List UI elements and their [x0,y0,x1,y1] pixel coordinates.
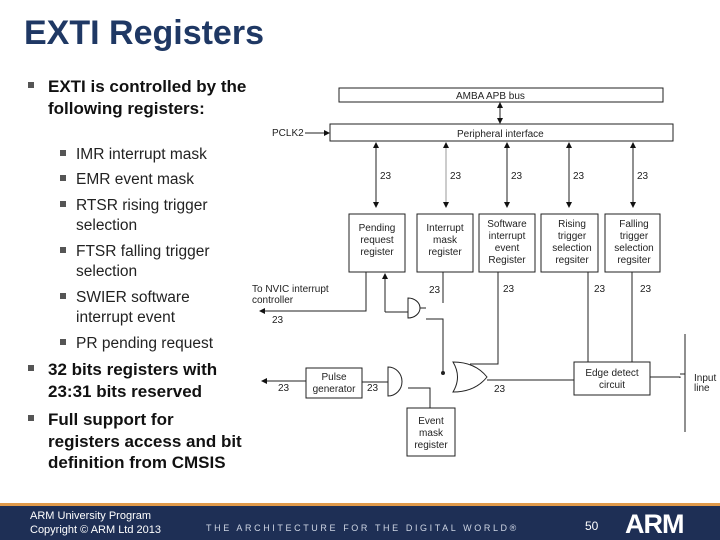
reg-label: Software [487,219,527,230]
bus-width-label: 23 [503,284,515,295]
pulse-label: Pulse [321,372,346,383]
event-mask-label: Event [418,416,444,427]
reg-label: Pending [359,223,396,234]
reg-label: event [495,243,520,254]
bus-width-label: 23 [494,384,506,395]
reg-label: mask [433,235,458,246]
bus-width-label: 23 [380,171,392,182]
and-gate-2 [387,366,403,397]
bus-width-label: 23 [640,284,652,295]
nvic-label: To NVIC interrupt [252,284,329,295]
reg-label: register [360,247,394,258]
reg-label: selection [614,243,653,254]
bus-width-label: 23 [511,171,523,182]
bus-width-label: 23 [450,171,462,182]
amba-bus-label: AMBA APB bus [456,91,525,102]
event-mask-label: register [414,440,448,451]
arm-logo: ARM [625,509,684,539]
pclk2-label: PCLK2 [272,128,304,139]
peripheral-interface-label: Peripheral interface [457,129,544,140]
reg-label: selection [552,243,591,254]
and-gate [407,297,421,319]
reg-label: regsiter [555,255,589,266]
edge-label: Edge detect [585,368,639,379]
reg-label: register [428,247,462,258]
reg-label: Rising [558,219,586,230]
footer-tagline: THE ARCHITECTURE FOR THE DIGITAL WORLD® [206,523,519,533]
input-line-label: line [694,383,710,394]
or-gate [452,361,488,393]
nvic-label: controller [252,295,294,306]
footer-program: ARM University Program [30,510,152,522]
exti-block-diagram: AMBA APB bus PCLK2 Peripheral interface … [252,87,716,457]
bus-width-label: 23 [367,383,379,394]
reg-label: regsiter [617,255,651,266]
reg-label: request [360,235,394,246]
bus-width-label: 23 [594,284,606,295]
reg-label: Register [488,255,526,266]
reg-label: Interrupt [426,223,463,234]
event-mask-label: mask [419,428,444,439]
bus-width-label: 23 [429,285,441,296]
footer-copyright: Copyright © ARM Ltd 2013 [30,524,162,536]
bus-width-label: 23 [272,315,284,326]
reg-label: trigger [620,231,649,242]
edge-label: circuit [599,380,625,391]
footer: ARM University Program Copyright © ARM L… [0,503,720,540]
bus-width-label: 23 [278,383,290,394]
page-number: 50 [585,519,599,533]
pulse-label: generator [313,384,356,395]
bus-width-label: 23 [573,171,585,182]
reg-label: trigger [558,231,587,242]
bus-width-label: 23 [637,171,649,182]
reg-label: Falling [619,219,648,230]
reg-label: interrupt [489,231,526,242]
